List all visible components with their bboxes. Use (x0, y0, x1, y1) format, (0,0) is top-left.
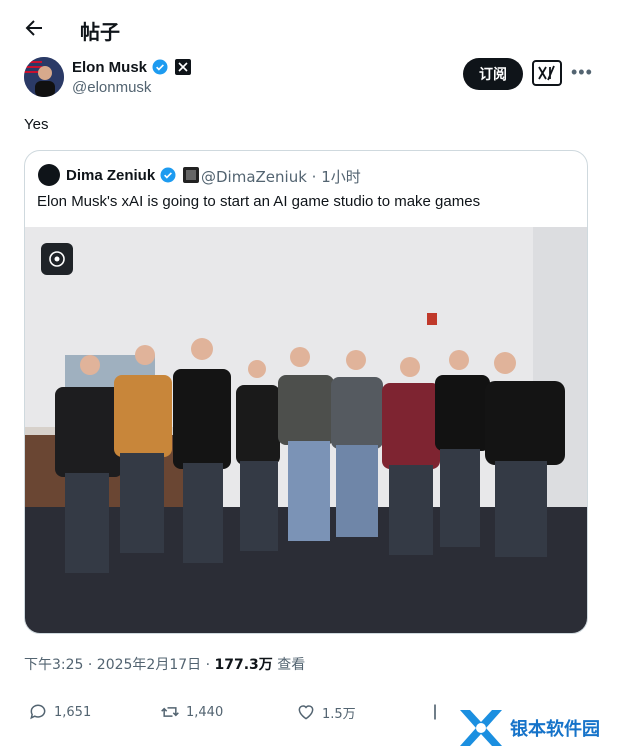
author-handle[interactable]: @elonmusk (72, 79, 151, 96)
tweet-text: Yes (24, 116, 49, 133)
page-title: 帖子 (80, 20, 120, 44)
view-count: 177.3万 (214, 657, 273, 673)
more-icon[interactable]: ••• (571, 62, 593, 83)
reply-icon (30, 704, 46, 720)
affiliate-badge-icon (183, 167, 200, 183)
like-count: 1.5万 (322, 706, 356, 722)
bookmark-icon (434, 704, 436, 720)
reply-button[interactable]: 1,651 (28, 702, 91, 722)
author-name[interactable]: Elon Musk (72, 59, 147, 76)
repost-count: 1,440 (186, 704, 224, 720)
quote-handle-time: @DimaZeniuk · 1小时 (201, 168, 361, 186)
header: 帖子 (0, 0, 636, 56)
bookmark-button[interactable] (430, 702, 450, 722)
watermark-text: 银本软件园 (510, 719, 600, 740)
quote-avatar[interactable] (38, 164, 60, 186)
quoted-tweet[interactable]: Dima Zeniuk @DimaZeniuk · 1小时 Elon Musk'… (24, 150, 588, 634)
like-button[interactable]: 1.5万 (296, 702, 356, 722)
time-date[interactable]: 下午3:25 · 2025年2月17日 · (24, 657, 215, 673)
quote-text: Elon Musk's xAI is going to start an AI … (37, 193, 481, 210)
group-photo[interactable] (25, 227, 588, 634)
repost-icon (161, 707, 179, 717)
verified-icon (160, 167, 176, 183)
post-timestamp: 下午3:25 · 2025年2月17日 · 177.3万 查看 (24, 654, 305, 674)
watermark-logo-icon (460, 710, 502, 746)
verified-icon (152, 59, 168, 75)
quote-name-row[interactable]: Dima Zeniuk (66, 166, 200, 184)
author-avatar[interactable] (24, 57, 64, 97)
repost-button[interactable]: 1,440 (160, 702, 223, 722)
back-arrow-icon[interactable] (22, 16, 46, 40)
watermark: 银本软件园 (456, 706, 626, 750)
reply-count: 1,651 (54, 704, 92, 720)
like-icon (298, 705, 314, 720)
views-label: 查看 (272, 657, 306, 673)
author-name-row[interactable]: Elon Musk (72, 58, 192, 76)
grok-media-badge-icon[interactable] (41, 243, 73, 275)
x-affiliate-icon[interactable] (175, 59, 192, 75)
grok-icon[interactable] (532, 60, 562, 86)
quote-author-name[interactable]: Dima Zeniuk (66, 167, 155, 184)
subscribe-button[interactable]: 订阅 (463, 58, 523, 90)
